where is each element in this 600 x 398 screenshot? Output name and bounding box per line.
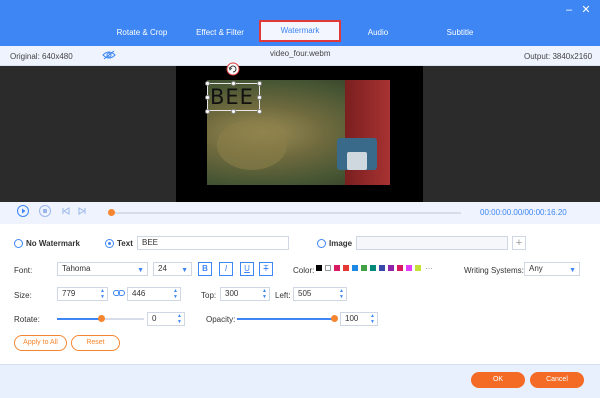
- text-watermark-radio[interactable]: [105, 239, 114, 248]
- cancel-button[interactable]: Cancel: [530, 372, 584, 388]
- apply-to-all-button[interactable]: Apply to All: [14, 335, 67, 351]
- color-swatch[interactable]: [343, 265, 349, 271]
- font-size-select[interactable]: 24 ▼: [153, 262, 192, 276]
- font-family-select[interactable]: Tahoma ▼: [57, 262, 148, 276]
- color-swatch[interactable]: [397, 265, 403, 271]
- info-bar: Original: 640x480 video_four.webm Output…: [0, 46, 600, 66]
- eye-slash-icon[interactable]: [102, 50, 116, 60]
- rotate-handle-icon[interactable]: [226, 62, 240, 76]
- stepper-icon[interactable]: ▲ ▼: [370, 313, 375, 325]
- time-display: 00:00:00.00/00:00:16.20: [480, 208, 567, 217]
- original-resolution: Original: 640x480: [10, 52, 73, 61]
- previous-frame-icon[interactable]: [60, 205, 72, 217]
- size-label: Size:: [14, 291, 32, 300]
- next-frame-icon[interactable]: [76, 205, 88, 217]
- timeline-playhead[interactable]: [108, 209, 115, 216]
- output-resolution: Output: 3840x2160: [524, 52, 593, 61]
- left-label: Left:: [275, 291, 291, 300]
- chevron-down-icon: ▼: [137, 267, 144, 274]
- resize-handle[interactable]: [257, 109, 262, 114]
- height-value: 446: [132, 289, 146, 298]
- play-icon[interactable]: [17, 205, 29, 217]
- tab-audio[interactable]: Audio: [360, 27, 396, 39]
- tab-rotate-crop[interactable]: Rotate & Crop: [108, 27, 176, 39]
- color-swatch[interactable]: [325, 265, 331, 271]
- color-swatch[interactable]: [415, 265, 421, 271]
- no-watermark-radio[interactable]: [14, 239, 23, 248]
- no-watermark-label[interactable]: No Watermark: [26, 239, 80, 248]
- left-value: 505: [298, 289, 312, 298]
- font-size-value: 24: [158, 264, 167, 273]
- color-swatch[interactable]: [388, 265, 394, 271]
- ok-button[interactable]: OK: [471, 372, 525, 388]
- tab-subtitle[interactable]: Subtitle: [440, 27, 480, 39]
- opacity-slider-fill: [237, 318, 334, 320]
- resize-handle[interactable]: [205, 81, 210, 86]
- opacity-label: Opacity:: [206, 315, 236, 324]
- width-value: 779: [62, 289, 76, 298]
- close-button[interactable]: ✕: [580, 4, 592, 16]
- color-swatch[interactable]: [334, 265, 340, 271]
- opacity-value: 100: [345, 314, 359, 323]
- resize-handle[interactable]: [231, 109, 236, 114]
- writing-systems-select[interactable]: Any ▼: [524, 262, 580, 276]
- text-watermark-label[interactable]: Text: [117, 239, 133, 248]
- color-label: Color:: [293, 266, 315, 275]
- italic-button[interactable]: I: [219, 262, 233, 276]
- color-swatch[interactable]: [379, 265, 385, 271]
- color-swatch[interactable]: [370, 265, 376, 271]
- stepper-icon[interactable]: ▲ ▼: [173, 288, 178, 300]
- reset-button[interactable]: Reset: [71, 335, 120, 351]
- top-input[interactable]: 300 ▲ ▼: [220, 287, 270, 301]
- strikethrough-button[interactable]: T: [259, 262, 273, 276]
- writing-systems-value: Any: [529, 264, 543, 273]
- stepper-icon[interactable]: ▲ ▼: [177, 313, 182, 325]
- rotate-value: 0: [152, 314, 157, 323]
- stepper-icon[interactable]: ▲ ▼: [262, 288, 267, 300]
- minimize-button[interactable]: –: [563, 4, 575, 16]
- color-swatch[interactable]: [352, 265, 358, 271]
- stepper-icon[interactable]: ▲ ▼: [100, 288, 105, 300]
- rotate-label: Rotate:: [14, 315, 40, 324]
- resize-handle[interactable]: [257, 95, 262, 100]
- rotate-slider-knob[interactable]: [98, 315, 105, 322]
- add-image-button[interactable]: +: [512, 236, 526, 250]
- rotate-slider-fill: [57, 318, 101, 320]
- top-value: 300: [225, 289, 239, 298]
- image-watermark-label[interactable]: Image: [329, 239, 352, 248]
- link-icon[interactable]: [113, 288, 125, 298]
- height-input[interactable]: 446 ▲ ▼: [127, 287, 181, 301]
- stepper-icon[interactable]: ▲ ▼: [339, 288, 344, 300]
- tab-watermark[interactable]: Watermark: [259, 20, 341, 42]
- underline-button[interactable]: U: [240, 262, 254, 276]
- chevron-down-icon: ▼: [569, 267, 576, 274]
- resize-handle[interactable]: [205, 109, 210, 114]
- watermark-text-preview[interactable]: BEE: [210, 84, 254, 110]
- font-label: Font:: [14, 266, 33, 275]
- image-watermark-radio[interactable]: [317, 239, 326, 248]
- width-input[interactable]: 779 ▲ ▼: [57, 287, 108, 301]
- more-colors-button[interactable]: ···: [425, 264, 433, 273]
- color-swatch[interactable]: [406, 265, 412, 271]
- left-input[interactable]: 505 ▲ ▼: [293, 287, 347, 301]
- resize-handle[interactable]: [231, 81, 236, 86]
- stop-icon[interactable]: [39, 205, 51, 217]
- opacity-input[interactable]: 100 ▲ ▼: [340, 312, 378, 326]
- font-family-value: Tahoma: [62, 264, 91, 273]
- file-name: video_four.webm: [270, 49, 331, 58]
- watermark-text-input[interactable]: BEE: [137, 236, 289, 250]
- opacity-slider-knob[interactable]: [331, 315, 338, 322]
- bold-button[interactable]: B: [198, 262, 212, 276]
- chevron-down-icon: ▼: [181, 267, 188, 274]
- resize-handle[interactable]: [257, 81, 262, 86]
- color-swatch[interactable]: [361, 265, 367, 271]
- top-label: Top:: [201, 291, 217, 300]
- color-swatch[interactable]: [316, 265, 322, 271]
- resize-handle[interactable]: [205, 95, 210, 100]
- image-path-field[interactable]: [356, 236, 508, 250]
- tab-effect-filter[interactable]: Effect & Filter: [186, 27, 254, 39]
- writing-systems-label: Writing Systems:: [464, 266, 524, 275]
- timeline-track[interactable]: [111, 212, 461, 214]
- rotate-input[interactable]: 0 ▲ ▼: [147, 312, 185, 326]
